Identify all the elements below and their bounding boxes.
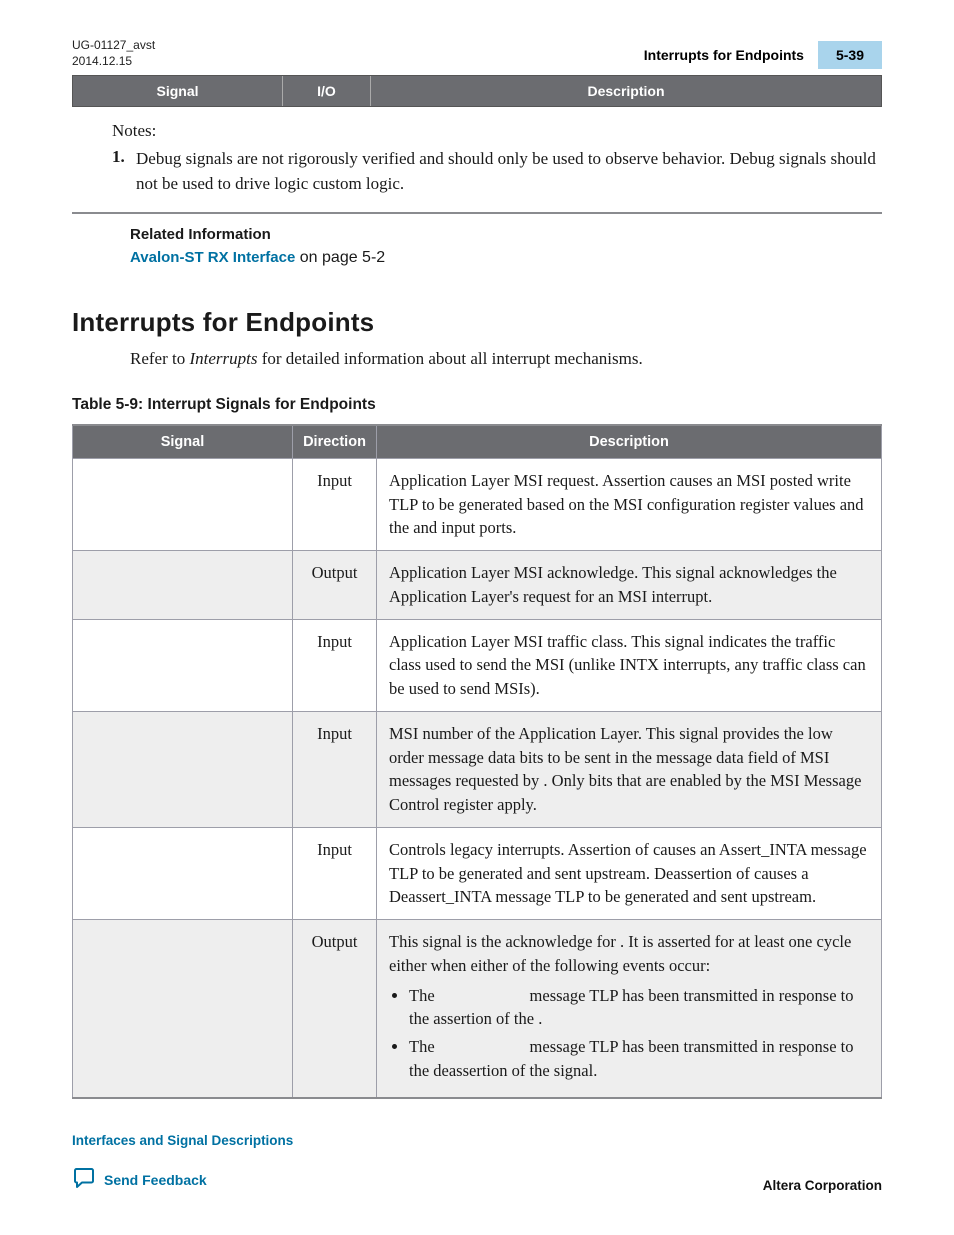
table-row: Input Application Layer MSI request. Ass… xyxy=(73,458,882,550)
minibar-col-io: I/O xyxy=(283,76,371,106)
running-title: Interrupts for Endpoints xyxy=(630,41,818,69)
cell-signal xyxy=(73,619,293,711)
section-heading: Interrupts for Endpoints xyxy=(72,307,882,338)
table-row: Output This signal is the acknowledge fo… xyxy=(73,920,882,1098)
cell-signal xyxy=(73,827,293,919)
cell-signal xyxy=(73,458,293,550)
minibar-col-description: Description xyxy=(371,76,881,106)
mini-header-bar: Signal I/O Description xyxy=(72,75,882,107)
cell-direction: Input xyxy=(293,711,377,827)
cell-direction: Input xyxy=(293,458,377,550)
footer-corp: Altera Corporation xyxy=(763,1178,882,1193)
doc-date: 2014.12.15 xyxy=(72,54,155,70)
notes-item-text: Debug signals are not rigorously verifie… xyxy=(136,147,882,196)
footer-left-link[interactable]: Interfaces and Signal Descriptions xyxy=(72,1133,293,1148)
comment-icon xyxy=(72,1166,96,1193)
cell-direction: Input xyxy=(293,619,377,711)
th-description: Description xyxy=(377,425,882,459)
table-row: Input Application Layer MSI traffic clas… xyxy=(73,619,882,711)
notes-item: 1. Debug signals are not rigorously veri… xyxy=(112,147,882,196)
th-signal: Signal xyxy=(73,425,293,459)
notes-item-number: 1. xyxy=(112,147,136,196)
cell-signal xyxy=(73,920,293,1098)
notes-label: Notes: xyxy=(112,121,882,141)
section-intro: Refer to Interrupts for detailed informa… xyxy=(130,346,882,372)
horizontal-rule xyxy=(72,212,882,214)
cell-description: Application Layer MSI traffic class. Thi… xyxy=(377,619,882,711)
table-row: Input MSI number of the Application Laye… xyxy=(73,711,882,827)
cell-signal xyxy=(73,711,293,827)
cell-direction: Output xyxy=(293,551,377,620)
cell-description: This signal is the acknowledge for . It … xyxy=(377,920,882,1098)
cell-signal xyxy=(73,551,293,620)
table-row: Output Application Layer MSI acknowledge… xyxy=(73,551,882,620)
table-row: Input Controls legacy interrupts. Assert… xyxy=(73,827,882,919)
minibar-col-signal: Signal xyxy=(73,76,283,106)
cell-description: Application Layer MSI request. Assertion… xyxy=(377,458,882,550)
page-number: 5-39 xyxy=(818,41,882,69)
interrupt-signals-table: Signal Direction Description Input Appli… xyxy=(72,424,882,1099)
cell-description: MSI number of the Application Layer. Thi… xyxy=(377,711,882,827)
related-info-link[interactable]: Avalon‑ST RX Interface xyxy=(130,249,295,266)
th-direction: Direction xyxy=(293,425,377,459)
cell-direction: Input xyxy=(293,827,377,919)
send-feedback-link[interactable]: Send Feedback xyxy=(104,1172,207,1188)
page-header: UG-01127_avst 2014.12.15 Interrupts for … xyxy=(72,38,882,69)
table-title: Table 5-9: Interrupt Signals for Endpoin… xyxy=(72,396,882,414)
doc-id: UG-01127_avst xyxy=(72,38,155,54)
table-header-row: Signal Direction Description xyxy=(73,425,882,459)
related-info-header: Related Information xyxy=(130,226,882,243)
cell-direction: Output xyxy=(293,920,377,1098)
cell-description: Application Layer MSI acknowledge. This … xyxy=(377,551,882,620)
cell-description: Controls legacy interrupts. Assertion of… xyxy=(377,827,882,919)
page-footer: Interfaces and Signal Descriptions Send … xyxy=(72,1133,882,1193)
related-info-suffix: on page 5-2 xyxy=(295,249,385,266)
